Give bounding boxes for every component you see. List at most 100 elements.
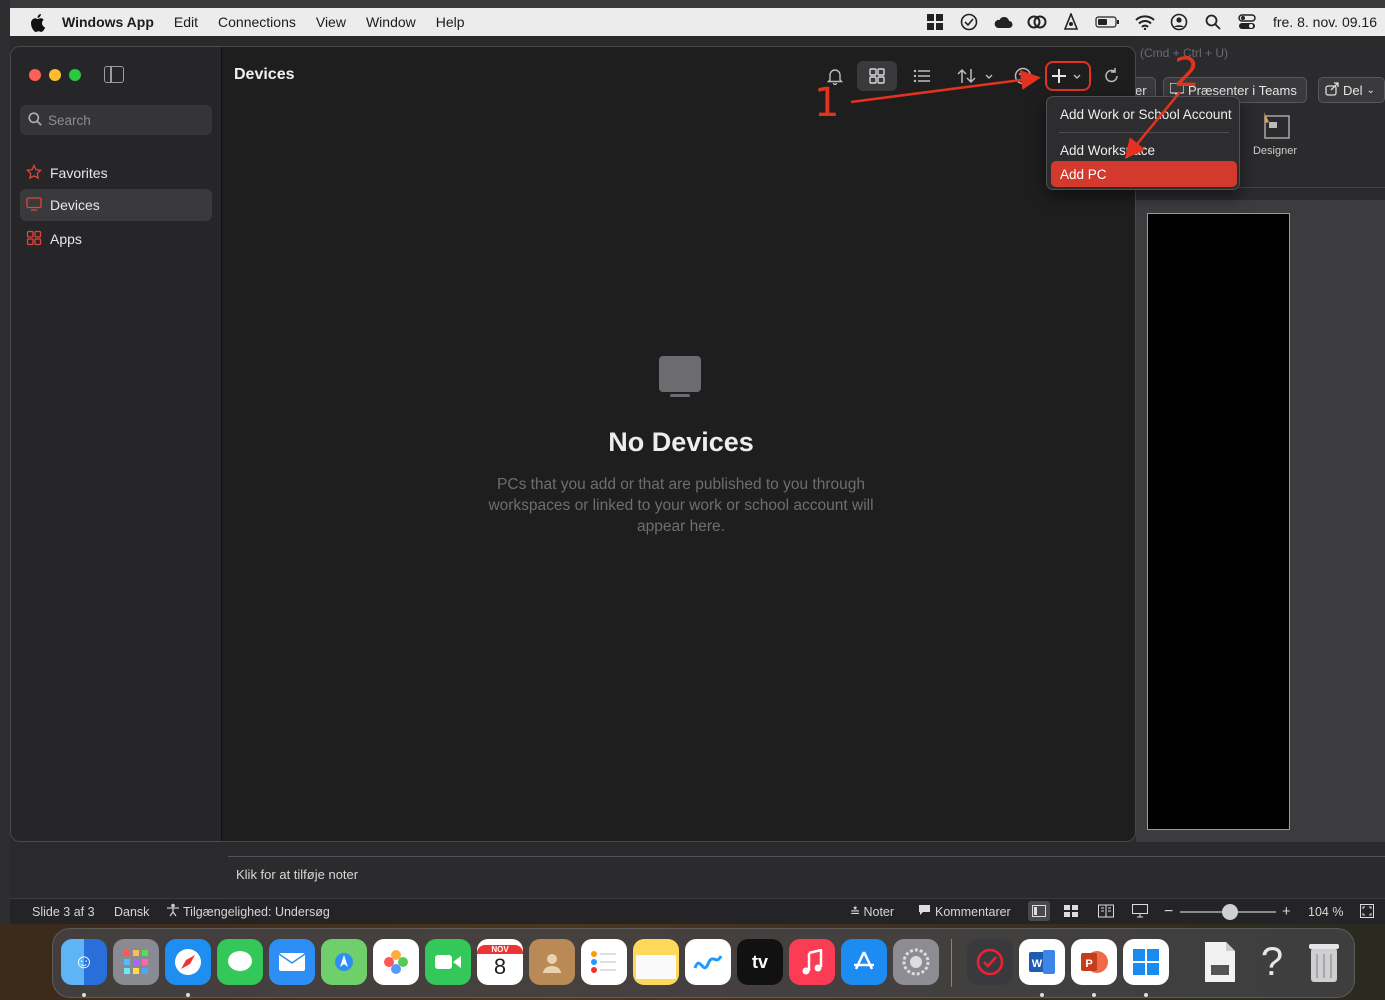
file-icon[interactable] xyxy=(1197,939,1243,985)
search-field[interactable]: Search xyxy=(20,105,212,135)
app-store-icon[interactable] xyxy=(841,939,887,985)
grid-view-icon[interactable] xyxy=(857,61,897,91)
menu-separator xyxy=(1059,132,1229,133)
system-settings-icon[interactable] xyxy=(893,939,939,985)
filter-icon[interactable] xyxy=(1009,61,1037,91)
language-indicator[interactable]: Dansk xyxy=(114,905,149,919)
apps-grid-icon xyxy=(26,230,42,249)
calendar-icon[interactable]: NOV 8 xyxy=(477,939,523,985)
menu-view[interactable]: View xyxy=(316,14,346,30)
sidebar-toggle-icon[interactable] xyxy=(104,66,124,83)
search-placeholder: Search xyxy=(48,112,91,128)
apple-logo-icon[interactable] xyxy=(26,11,48,33)
zoom-out-button[interactable]: − xyxy=(1164,903,1173,921)
todo-icon[interactable] xyxy=(967,939,1013,985)
svg-text:W: W xyxy=(1032,958,1043,970)
minimize-window-button[interactable] xyxy=(49,69,61,81)
creative-cloud-icon[interactable] xyxy=(1027,12,1047,32)
running-indicator xyxy=(1144,993,1148,997)
trash-icon[interactable] xyxy=(1301,939,1347,985)
powerpoint-icon[interactable]: P xyxy=(1071,939,1117,985)
menu-item-add-workspace[interactable]: Add Workspace xyxy=(1060,143,1155,158)
calendar-month: NOV xyxy=(477,944,523,954)
menu-edit[interactable]: Edit xyxy=(174,14,198,30)
zoom-window-button[interactable] xyxy=(69,69,81,81)
designer-icon xyxy=(1259,110,1291,145)
notes-field[interactable]: Klik for at tilføje noter xyxy=(228,856,1385,898)
reminders-icon[interactable] xyxy=(581,939,627,985)
monitor-icon xyxy=(26,196,42,215)
notes-toggle[interactable]: ≛ Noter xyxy=(850,904,894,920)
reading-view-icon[interactable] xyxy=(1098,904,1114,921)
menu-window[interactable]: Window xyxy=(366,14,416,30)
maps-icon[interactable] xyxy=(321,939,367,985)
apple-tv-icon[interactable]: tv xyxy=(737,939,783,985)
notes-icon: ≛ xyxy=(850,905,861,919)
word-icon[interactable]: W xyxy=(1019,939,1065,985)
screen-border-left xyxy=(0,0,10,1000)
designer-label: Designer xyxy=(1252,145,1298,157)
comments-label: Kommentarer xyxy=(935,904,1011,919)
zoom-in-button[interactable]: + xyxy=(1282,903,1291,920)
mail-icon[interactable] xyxy=(269,939,315,985)
running-indicator xyxy=(186,993,190,997)
help-icon[interactable]: ? xyxy=(1249,939,1295,985)
menu-item-add-work-account[interactable]: Add Work or School Account xyxy=(1060,107,1232,122)
empty-state-description: PCs that you add or that are published t… xyxy=(488,476,874,535)
menu-help[interactable]: Help xyxy=(436,14,465,30)
slide-thumbnail[interactable] xyxy=(1147,213,1290,830)
windows-app-dock-icon[interactable] xyxy=(1123,939,1169,985)
battery-icon[interactable] xyxy=(1095,12,1121,32)
contacts-icon[interactable] xyxy=(529,939,575,985)
windows-app-status-icon[interactable] xyxy=(925,12,945,32)
tv-label: tv xyxy=(751,951,768,972)
share-icon xyxy=(1325,81,1339,99)
checkmark-circle-icon[interactable] xyxy=(959,12,979,32)
messages-icon[interactable] xyxy=(217,939,263,985)
accessibility-status[interactable]: Tilgængelighed: Undersøg xyxy=(166,903,330,920)
control-center-icon[interactable] xyxy=(1237,12,1257,32)
powerpoint-shortcut-hint: (Cmd + Ctrl + U) xyxy=(1140,46,1229,60)
zoom-level[interactable]: 104 % xyxy=(1308,905,1343,919)
vector-icon[interactable] xyxy=(1061,12,1081,32)
star-icon xyxy=(25,163,43,183)
slide-sorter-icon[interactable] xyxy=(1064,904,1078,921)
add-menu-dropdown: Add Work or School Account Add Workspace… xyxy=(1046,96,1240,190)
share-label: Del xyxy=(1343,82,1363,98)
menubar-clock[interactable]: fre. 8. nov. 09.16 xyxy=(1273,14,1377,30)
list-view-icon[interactable] xyxy=(905,61,939,91)
freeform-icon[interactable] xyxy=(685,939,731,985)
refresh-icon[interactable] xyxy=(1099,61,1125,91)
photos-icon[interactable] xyxy=(373,939,419,985)
cloud-icon[interactable] xyxy=(993,12,1013,32)
launchpad-icon[interactable] xyxy=(113,939,159,985)
fit-to-window-icon[interactable] xyxy=(1360,904,1374,921)
sidebar-item-apps[interactable]: Apps xyxy=(20,223,212,255)
menu-app-name[interactable]: Windows App xyxy=(62,14,154,30)
sidebar-item-label: Favorites xyxy=(50,165,108,181)
normal-view-icon[interactable] xyxy=(1028,901,1050,921)
add-button[interactable] xyxy=(1045,61,1091,91)
safari-icon[interactable] xyxy=(165,939,211,985)
dock-separator xyxy=(951,939,952,987)
user-circle-icon[interactable] xyxy=(1169,12,1189,32)
sort-icon[interactable] xyxy=(953,61,999,91)
slideshow-icon[interactable] xyxy=(1132,904,1148,921)
comments-toggle[interactable]: Kommentarer xyxy=(918,904,1011,919)
music-icon[interactable] xyxy=(789,939,835,985)
zoom-slider-thumb[interactable] xyxy=(1221,904,1238,920)
wifi-icon[interactable] xyxy=(1135,12,1155,32)
sidebar: Search Favorites Devices Apps xyxy=(11,47,222,841)
share-button[interactable]: Del ⌄ xyxy=(1318,77,1385,103)
finder-icon[interactable]: ☺ xyxy=(61,939,107,985)
menu-connections[interactable]: Connections xyxy=(218,14,296,30)
running-indicator xyxy=(1040,993,1044,997)
sidebar-item-devices[interactable]: Devices xyxy=(20,189,212,221)
facetime-icon[interactable] xyxy=(425,939,471,985)
close-window-button[interactable] xyxy=(29,69,41,81)
sidebar-item-favorites[interactable]: Favorites xyxy=(20,157,212,189)
menu-item-add-pc[interactable]: Add PC xyxy=(1060,167,1107,182)
search-icon[interactable] xyxy=(1203,12,1223,32)
notes-app-icon[interactable] xyxy=(633,939,679,985)
designer-button[interactable]: Designer xyxy=(1248,110,1302,168)
